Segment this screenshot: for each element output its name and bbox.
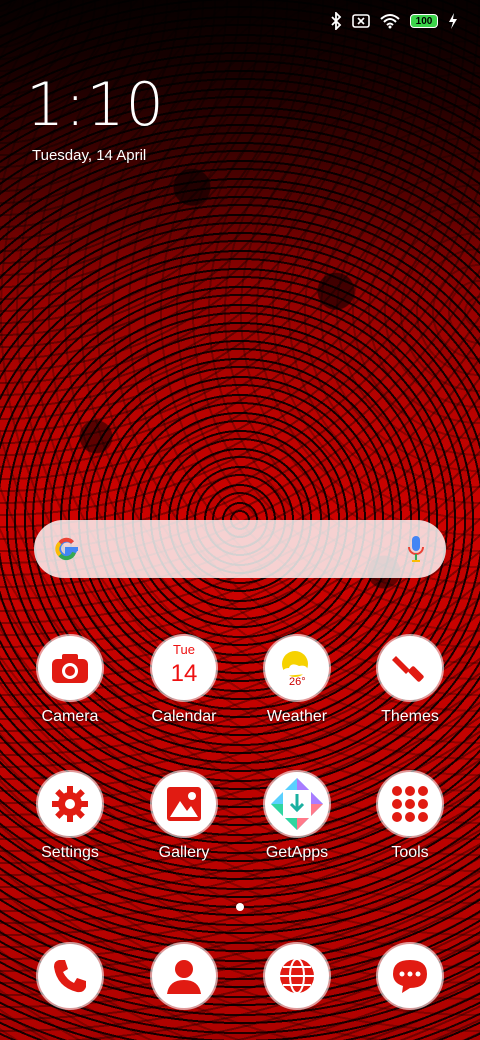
contacts-app-icon-bg — [152, 944, 216, 1008]
no-sim-icon — [352, 14, 370, 28]
paintbrush-icon — [392, 656, 424, 682]
dock-messages[interactable] — [354, 944, 466, 1008]
gallery-app-icon-bg — [152, 772, 216, 836]
calendar-day: Tue — [173, 642, 195, 657]
app-getapps[interactable]: GetApps — [241, 772, 353, 862]
messages-icon — [393, 960, 427, 993]
app-themes[interactable]: Themes — [354, 636, 466, 726]
weather-temp: 26° — [289, 676, 306, 688]
camera-app-icon-bg — [38, 636, 102, 700]
clock-time[interactable]: 1:10 — [26, 70, 165, 140]
app-label: Calendar — [151, 708, 217, 725]
status-bar: 100 — [330, 10, 458, 32]
dock-contacts[interactable] — [128, 944, 240, 1008]
app-gallery[interactable]: Gallery — [128, 772, 240, 862]
dock-phone[interactable] — [14, 944, 126, 1008]
charging-icon — [449, 13, 457, 29]
getapps-icon — [271, 778, 323, 830]
app-label: Gallery — [158, 844, 210, 861]
gear-icon — [52, 786, 88, 822]
app-tools[interactable]: Tools — [354, 772, 466, 862]
page-dot — [236, 903, 244, 911]
camera-icon — [52, 654, 88, 683]
app-label: Weather — [266, 708, 328, 725]
app-label: Camera — [41, 708, 99, 725]
app-camera[interactable]: Camera — [14, 636, 126, 726]
app-weather[interactable]: 26° Weather — [241, 636, 353, 726]
app-label: Tools — [391, 844, 429, 861]
page-indicator — [0, 898, 480, 916]
app-label: Settings — [41, 844, 99, 861]
bluetooth-icon — [331, 12, 342, 30]
app-label: Themes — [381, 708, 439, 725]
settings-app-icon-bg — [38, 772, 102, 836]
app-settings[interactable]: Settings — [14, 772, 126, 862]
google-logo-icon — [55, 537, 78, 561]
battery-icon: 100 — [410, 14, 438, 28]
search-bar[interactable] — [34, 520, 446, 578]
mic-icon[interactable] — [406, 534, 426, 564]
tools-grid-icon — [392, 786, 428, 822]
phone-app-icon-bg — [38, 944, 102, 1008]
browser-app-icon-bg — [265, 944, 329, 1008]
calendar-date: 14 — [170, 660, 198, 687]
app-label: GetApps — [265, 844, 329, 861]
weather-icon: 26° — [265, 636, 329, 700]
getapps-app-icon-bg — [265, 772, 329, 836]
messages-app-icon-bg — [378, 944, 442, 1008]
dock-browser[interactable] — [241, 944, 353, 1008]
tools-folder-icon — [378, 772, 442, 836]
app-calendar[interactable]: Tue 14 Calendar — [128, 636, 240, 726]
phone-icon — [54, 960, 86, 993]
themes-app-icon-bg — [378, 636, 442, 700]
calendar-icon: Tue 14 — [152, 636, 216, 700]
clock-date[interactable]: Tuesday, 14 April — [32, 147, 146, 164]
image-icon — [167, 787, 201, 821]
contacts-icon — [167, 960, 201, 994]
browser-icon — [280, 958, 314, 994]
wifi-icon — [380, 14, 400, 29]
